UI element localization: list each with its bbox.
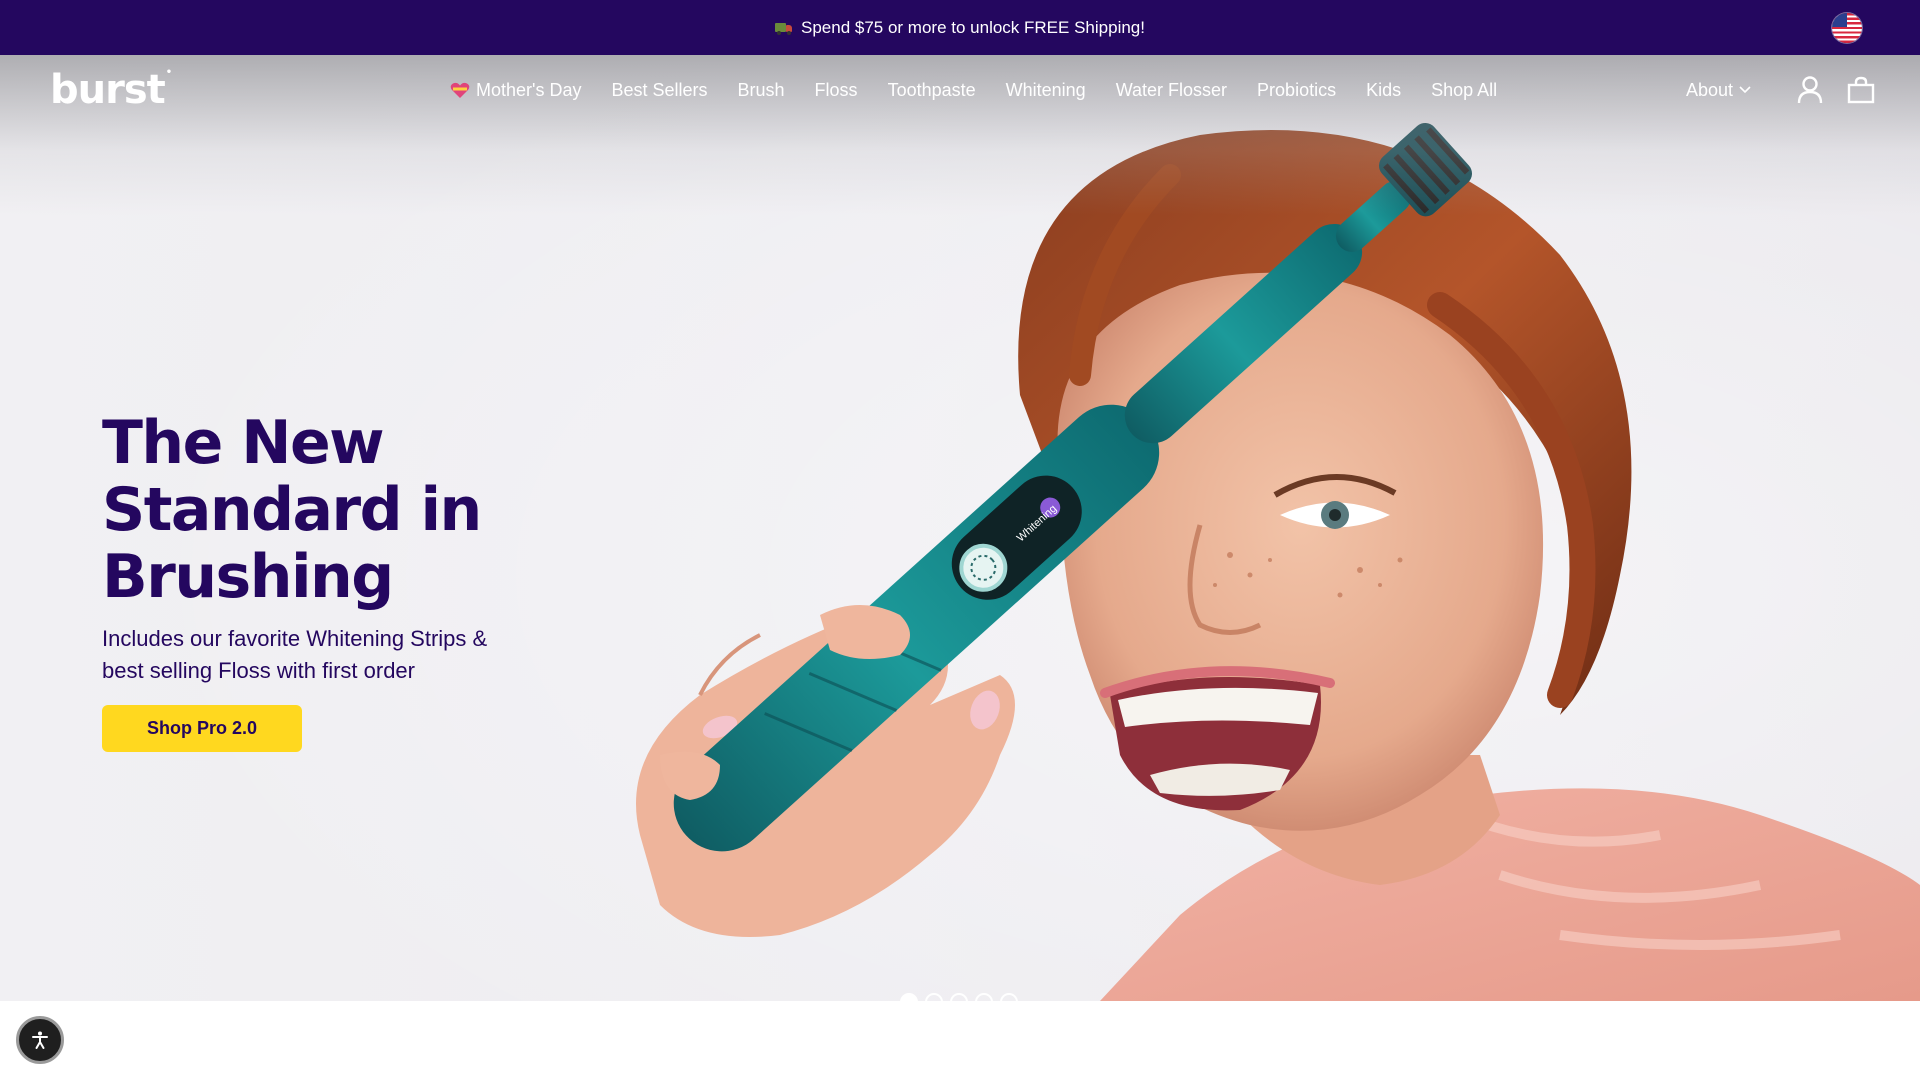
- hero-copy: The New Standard in Brushing Includes ou…: [102, 410, 622, 752]
- nav-item-water-flosser[interactable]: Water Flosser: [1116, 80, 1227, 101]
- hero-banner: Whitening The New Standard in Brushing I…: [0, 55, 1920, 1001]
- shopping-bag-icon[interactable]: [1847, 76, 1875, 104]
- carousel-dot-5[interactable]: [1000, 993, 1018, 1001]
- about-dropdown[interactable]: About: [1686, 80, 1751, 101]
- nav-item-toothpaste[interactable]: Toothpaste: [888, 80, 976, 101]
- nav-item-shop-all[interactable]: Shop All: [1431, 80, 1497, 101]
- nav-item-kids[interactable]: Kids: [1366, 80, 1401, 101]
- nav-item-label: Mother's Day: [476, 79, 582, 100]
- nav-actions: About: [1686, 55, 1875, 125]
- nav-menu: Mother's Day Best Sellers Brush Floss To…: [450, 55, 1527, 125]
- nav-item-mothers-day[interactable]: Mother's Day: [450, 80, 581, 101]
- us-flag-icon[interactable]: [1832, 13, 1862, 43]
- carousel-dot-4[interactable]: [975, 993, 993, 1001]
- nav-item-whitening[interactable]: Whitening: [1006, 80, 1086, 101]
- nav-item-brush[interactable]: Brush: [738, 80, 785, 101]
- announcement-text: Spend $75 or more to unlock FREE Shippin…: [801, 17, 1145, 37]
- main-nav: burst• Mother's Day Best Sellers Brush F…: [0, 55, 1920, 125]
- burst-logo[interactable]: burst•: [50, 67, 172, 113]
- delivery-truck-icon: [775, 22, 793, 35]
- nav-item-floss[interactable]: Floss: [815, 80, 858, 101]
- nav-item-best-sellers[interactable]: Best Sellers: [611, 80, 707, 101]
- carousel-dot-1[interactable]: [900, 993, 918, 1001]
- shop-pro-button[interactable]: Shop Pro 2.0: [102, 705, 302, 752]
- nav-item-probiotics[interactable]: Probiotics: [1257, 80, 1336, 101]
- carousel-dot-2[interactable]: [925, 993, 943, 1001]
- accessibility-button[interactable]: [16, 1016, 64, 1064]
- logo-mark: •: [165, 67, 172, 78]
- logo-text: burst: [50, 67, 166, 113]
- user-icon[interactable]: [1797, 76, 1823, 104]
- hero-headline: The New Standard in Brushing: [102, 408, 482, 612]
- carousel-pagination: [900, 993, 1018, 1001]
- about-label: About: [1685, 79, 1733, 100]
- hero-subline: Includes our favorite Whitening Strips &…: [102, 626, 488, 683]
- accessibility-icon: [32, 1031, 48, 1049]
- carousel-dot-3[interactable]: [950, 993, 968, 1001]
- chevron-down-icon: [1739, 86, 1751, 94]
- announcement-bar: Spend $75 or more to unlock FREE Shippin…: [0, 0, 1920, 55]
- heart-icon: [450, 82, 470, 99]
